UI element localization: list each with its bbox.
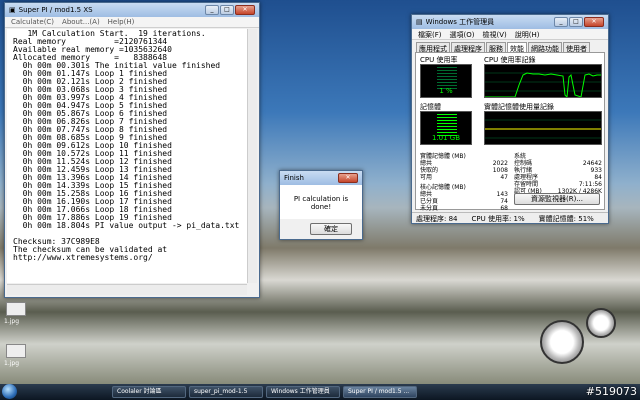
system-stats: 系統 控制碼 24642 執行緒 933 處理程序 84 存留時間 7:11:56 認可… (514, 153, 602, 195)
ok-button[interactable]: 確定 (310, 223, 352, 235)
menu-view[interactable]: 檢視(V) (482, 30, 506, 39)
close-icon[interactable]: ✕ (235, 5, 255, 15)
stat-row: 處理程序 84 (514, 174, 602, 181)
dialog-titlebar[interactable]: Finish ✕ (280, 171, 362, 185)
desktop-icon-label: 1.jpg (4, 318, 20, 325)
physical-memory-stats: 實體記憶體 (MB) 總共 2022 快取的 1008 可用 47 核心記憶體 (MB… (420, 153, 508, 212)
taskbar-item-task-manager[interactable]: Windows 工作管理員 (266, 386, 340, 398)
desktop-icon-image[interactable] (6, 344, 26, 358)
superpi-titlebar[interactable]: ▣ Super PI / mod1.5 XS _ □ ✕ (5, 3, 259, 17)
cpu-usage-value: 1 % (439, 87, 453, 95)
memory-value: 1.01 GB (431, 134, 461, 142)
cpu-history-line (485, 72, 601, 97)
memory-meter: 1.01 GB (420, 111, 472, 145)
status-processes: 處理程序: 84 (416, 215, 458, 223)
status-bar: 處理程序: 84 CPU 使用率: 1% 實體記憶體: 51% (412, 212, 608, 223)
cpu-history-chart (485, 72, 601, 97)
stat-row: 未分頁 68 (420, 205, 508, 212)
taskbar-item-superpi-folder[interactable]: super_pi_mod-1.5 (189, 386, 263, 398)
stat-row: 可用 47 (420, 174, 508, 181)
start-button[interactable] (2, 384, 17, 399)
horizontal-scrollbar[interactable] (7, 284, 247, 295)
menu-file[interactable]: 檔案(F) (418, 30, 442, 39)
app-icon: ▤ (416, 18, 423, 26)
task-manager-window: ▤ Windows 工作管理員 _ □ ✕ 檔案(F) 選項(O) 檢視(V) … (411, 14, 609, 224)
dialog-body: PI calculation is done! (280, 185, 362, 219)
minimize-icon[interactable]: _ (205, 5, 219, 15)
finish-dialog: Finish ✕ PI calculation is done! 確定 (279, 170, 363, 240)
menubar: Calculate(C) About...(A) Help(H) (5, 17, 259, 28)
ram-meter-gadget[interactable] (586, 308, 616, 338)
app-icon: ▣ (9, 6, 16, 14)
maximize-icon[interactable]: □ (220, 5, 234, 15)
watermark: #519073 (585, 385, 637, 398)
minimize-icon[interactable]: _ (554, 17, 568, 27)
menu-help[interactable]: 說明(H) (515, 30, 540, 39)
dialog-message: PI calculation is done! (293, 195, 349, 211)
desktop-icon-image[interactable] (6, 302, 26, 316)
kernel-memory-title: 核心記憶體 (MB) (420, 184, 466, 191)
stat-row: 總共 2022 (420, 160, 508, 167)
dialog-title: Finish (284, 174, 304, 182)
cpu-usage-meter: 1 % (420, 64, 472, 98)
console-line: 0h 00m 18.804s PI value output -> pi_dat… (13, 221, 240, 230)
menu-about[interactable]: About...(A) (62, 18, 100, 26)
menu-calculate[interactable]: Calculate(C) (11, 18, 54, 26)
console-line: http://www.xtremesystems.org/ (13, 253, 153, 262)
menubar: 檔案(F) 選項(O) 檢視(V) 說明(H) (412, 29, 608, 40)
cpu-meter-bar (437, 67, 457, 89)
cpu-history-graph (484, 64, 602, 98)
menu-help[interactable]: Help(H) (108, 18, 135, 26)
physical-memory-title: 實體記憶體 (MB) (420, 153, 466, 160)
memory-history-graph (484, 111, 602, 145)
vertical-scrollbar[interactable] (247, 29, 257, 283)
menu-options[interactable]: 選項(O) (450, 30, 475, 39)
stat-row: 快取的 1008 (420, 167, 508, 174)
stat-row: 總共 143 (420, 191, 508, 198)
taskbar-item-coolaler[interactable]: Coolaler 討論區 (112, 386, 186, 398)
status-cpu: CPU 使用率: 1% (471, 215, 525, 223)
taskbar-item-superpi[interactable]: Super PI / mod1.5 ... (343, 386, 417, 398)
close-icon[interactable]: ✕ (338, 173, 358, 183)
memory-meter-bar (437, 114, 457, 136)
memory-history-chart (485, 119, 601, 139)
stat-row: 已分頁 74 (420, 198, 508, 205)
cpu-meter-gadget[interactable] (540, 320, 584, 364)
taskbar: Coolaler 討論區 super_pi_mod-1.5 Windows 工作… (0, 384, 640, 400)
performance-panel: CPU 使用率 1 % CPU 使用率記錄 記憶體 1.01 GB 實體記憶體使… (415, 52, 605, 212)
window-title: Super PI / mod1.5 XS (18, 6, 93, 14)
maximize-icon[interactable]: □ (569, 17, 583, 27)
stat-row: 執行緒 933 (514, 167, 602, 174)
taskmgr-titlebar[interactable]: ▤ Windows 工作管理員 _ □ ✕ (412, 15, 608, 29)
stat-row: 存留時間 7:11:56 (514, 181, 602, 188)
output-console[interactable]: 1M Calculation Start. 19 iterations. Real… (7, 29, 247, 283)
status-memory: 實體記憶體: 51% (538, 215, 594, 223)
stat-row: 控制碼 24642 (514, 160, 602, 167)
close-icon[interactable]: ✕ (584, 17, 604, 27)
resource-monitor-button[interactable]: 資源監視器(R)... (514, 193, 600, 205)
window-title: Windows 工作管理員 (425, 18, 495, 26)
superpi-window: ▣ Super PI / mod1.5 XS _ □ ✕ Calculate(C… (4, 2, 260, 298)
desktop-icon-label: 1.jpg (4, 360, 20, 367)
system-title: 系統 (514, 153, 527, 160)
